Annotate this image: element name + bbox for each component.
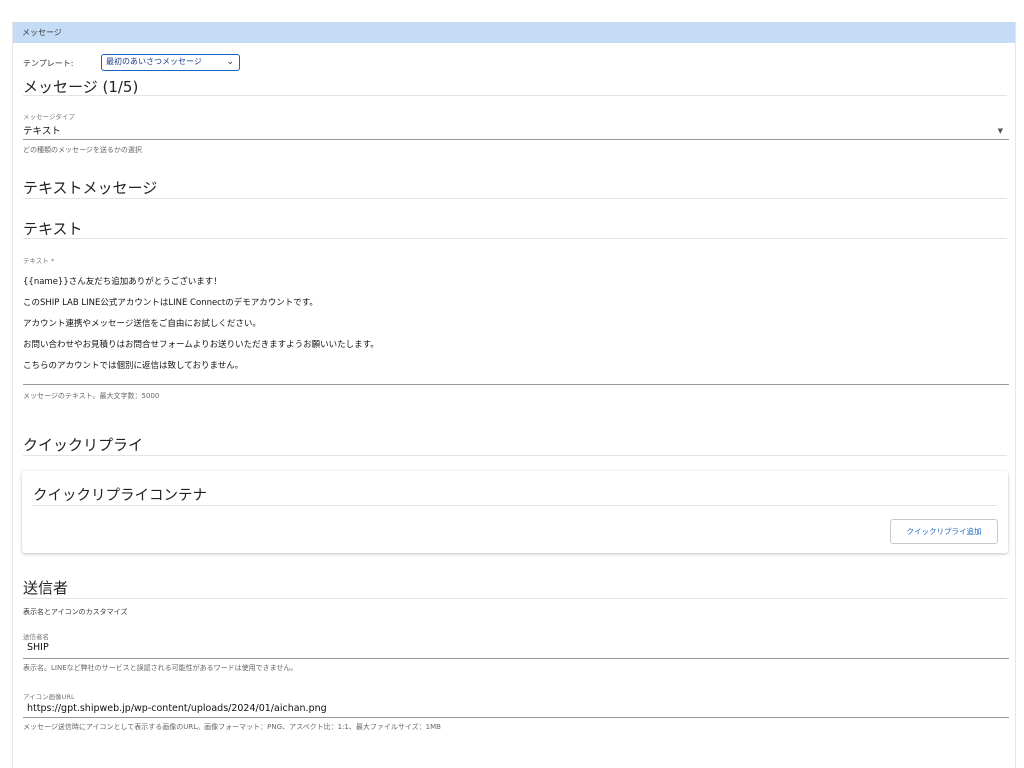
template-label: テンプレート: — [23, 59, 74, 68]
message-type-helper: どの種類のメッセージを送るかの選択 — [23, 146, 142, 154]
icon-url-helper: メッセージ送信時にアイコンとして表示する画像のURL。画像フォーマット：PNG、… — [23, 723, 441, 731]
sender-name-helper: 表示名。LINEなど弊社のサービスと誤認される可能性があるワードは使用できません… — [23, 664, 298, 672]
divider — [23, 95, 1007, 96]
text-message-heading: テキストメッセージ — [23, 179, 158, 197]
message-panel: メッセージ テンプレート: 最初のあいさつメッセージ ⌄ メッセージ (1/5)… — [12, 22, 1016, 768]
sender-heading: 送信者 — [23, 579, 69, 597]
quick-reply-container-title: クイックリプライコンテナ — [33, 488, 207, 504]
text-line: このSHIP LAB LINE公式アカウントはLINE Connectのデモアカ… — [23, 297, 318, 308]
template-select-value: 最初のあいさつメッセージ — [106, 57, 202, 66]
message-type-underline — [23, 139, 1009, 140]
sender-name-label: 送信者名 — [23, 633, 49, 641]
sender-name-underline — [23, 658, 1009, 659]
text-field-input[interactable]: {{name}}さん友だち追加ありがとうございます！ このSHIP LAB LI… — [23, 266, 983, 382]
divider — [23, 598, 1007, 599]
icon-url-underline — [23, 717, 1009, 718]
icon-url-label: アイコン画像URL — [23, 693, 75, 701]
text-field-label: テキスト * — [23, 257, 55, 265]
text-line: {{name}}さん友だち追加ありがとうございます！ — [23, 276, 222, 287]
message-type-value: テキスト — [23, 126, 61, 137]
divider — [23, 238, 1007, 239]
quick-reply-container-card: クイックリプライコンテナ クイックリプライ追加 — [22, 471, 1008, 553]
caret-down-icon: ▼ — [997, 127, 1003, 135]
message-type-label: メッセージタイプ — [23, 113, 75, 121]
divider — [23, 198, 1007, 199]
text-line: こちらのアカウントでは個別に返信は致しておりません。 — [23, 360, 244, 371]
add-quick-reply-button[interactable]: クイックリプライ追加 — [890, 519, 998, 544]
text-line: アカウント連携やメッセージ送信をご自由にお試しください。 — [23, 318, 261, 329]
sender-description: 表示名とアイコンのカスタマイズ — [23, 608, 128, 616]
chevron-down-icon: ⌄ — [226, 57, 234, 67]
sender-name-input[interactable]: SHIP — [27, 642, 1007, 653]
text-line: お問い合わせやお見積りはお問合せフォームよりお送りいただきますようお願いいたしま… — [23, 339, 379, 350]
quick-reply-heading: クイックリプライ — [23, 436, 144, 454]
divider — [32, 505, 997, 506]
panel-header: メッセージ — [13, 22, 1015, 43]
message-heading: メッセージ (1/5) — [23, 78, 139, 96]
text-heading: テキスト — [23, 220, 83, 238]
template-select[interactable]: 最初のあいさつメッセージ ⌄ — [101, 54, 240, 71]
message-type-select[interactable]: テキスト — [23, 123, 1009, 139]
text-field-helper: メッセージのテキスト。最大文字数：5000 — [23, 392, 160, 400]
divider — [23, 455, 1007, 456]
text-field-underline — [23, 384, 1009, 385]
icon-url-input[interactable]: https://gpt.shipweb.jp/wp-content/upload… — [27, 703, 1007, 714]
